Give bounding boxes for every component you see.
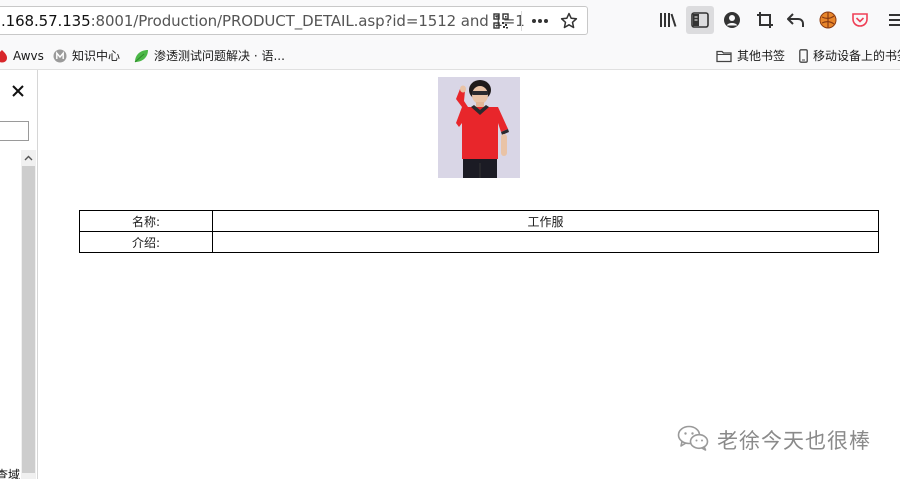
name-label: 名称: [79,210,213,232]
wechat-icon [677,425,709,455]
sidebar-scroll-thumb[interactable] [22,166,35,473]
bookmark-label: 其他书签 [737,49,786,63]
other-bookmarks-folder[interactable]: 其他书签 [716,47,785,64]
awvs-icon [0,49,8,63]
sidebar-bottom-text: 查域 [0,468,21,479]
library-icon[interactable] [656,9,680,31]
name-value: 工作服 [212,210,879,232]
close-icon[interactable] [9,82,27,100]
bookmark-awvs[interactable]: Awvs [0,47,44,64]
url-host: .168.57.135 [1,12,91,30]
bookmark-pentest[interactable]: 渗透测试问题解决 · 语... [133,47,285,64]
sidebar-panel: 查域 [0,70,38,479]
folder-icon [716,49,732,63]
sidebar-search-input[interactable] [0,121,29,141]
browser-toolbar: .168.57.135:8001/Production/PRODUCT_DETA… [0,0,900,40]
bookmark-label: 知识中心 [72,49,121,63]
extension-icon[interactable] [817,9,839,31]
mobile-bookmarks-folder[interactable]: 移动设备上的书签 [799,47,900,64]
leaf-icon [133,49,149,63]
more-icon[interactable] [530,12,550,30]
undo-icon[interactable] [785,9,807,31]
qr-code-icon[interactable] [491,12,511,30]
account-icon[interactable] [721,9,743,31]
star-icon[interactable] [558,11,580,31]
intro-label: 介绍: [79,231,213,253]
crop-icon[interactable] [754,9,776,31]
watermark: 老徐今天也很棒 [677,424,871,456]
url-text[interactable]: .168.57.135:8001/Production/PRODUCT_DETA… [1,12,525,30]
menu-icon[interactable] [888,10,900,30]
pocket-icon[interactable] [849,9,871,31]
watermark-text: 老徐今天也很棒 [717,429,871,453]
bookmark-label: Awvs [13,48,44,63]
bookmark-label: 移动设备上的书签 [813,49,900,63]
m-badge-icon [53,49,67,63]
product-image [438,77,520,178]
table-row: 介绍: [79,231,879,253]
chevron-up-icon[interactable] [21,150,36,165]
mobile-device-icon [799,48,808,63]
product-detail-table: 名称: 工作服 介绍: [79,210,879,253]
sidebar-icon[interactable] [686,6,714,34]
bookmarks-bar: Awvs 知识中心 渗透测试问题解决 · 语... 其他书签 移动设备上的书签 [0,40,900,70]
bookmark-label: 渗透测试问题解决 · 语... [154,49,285,63]
table-row: 名称: 工作服 [79,210,879,232]
intro-value [212,231,879,253]
url-path: :8001/Production/PRODUCT_DETAIL.asp?id=1… [90,12,525,30]
url-bar-divider [521,11,522,31]
url-bar[interactable]: .168.57.135:8001/Production/PRODUCT_DETA… [0,6,588,35]
bookmark-knowledge-center[interactable]: 知识中心 [53,47,120,64]
